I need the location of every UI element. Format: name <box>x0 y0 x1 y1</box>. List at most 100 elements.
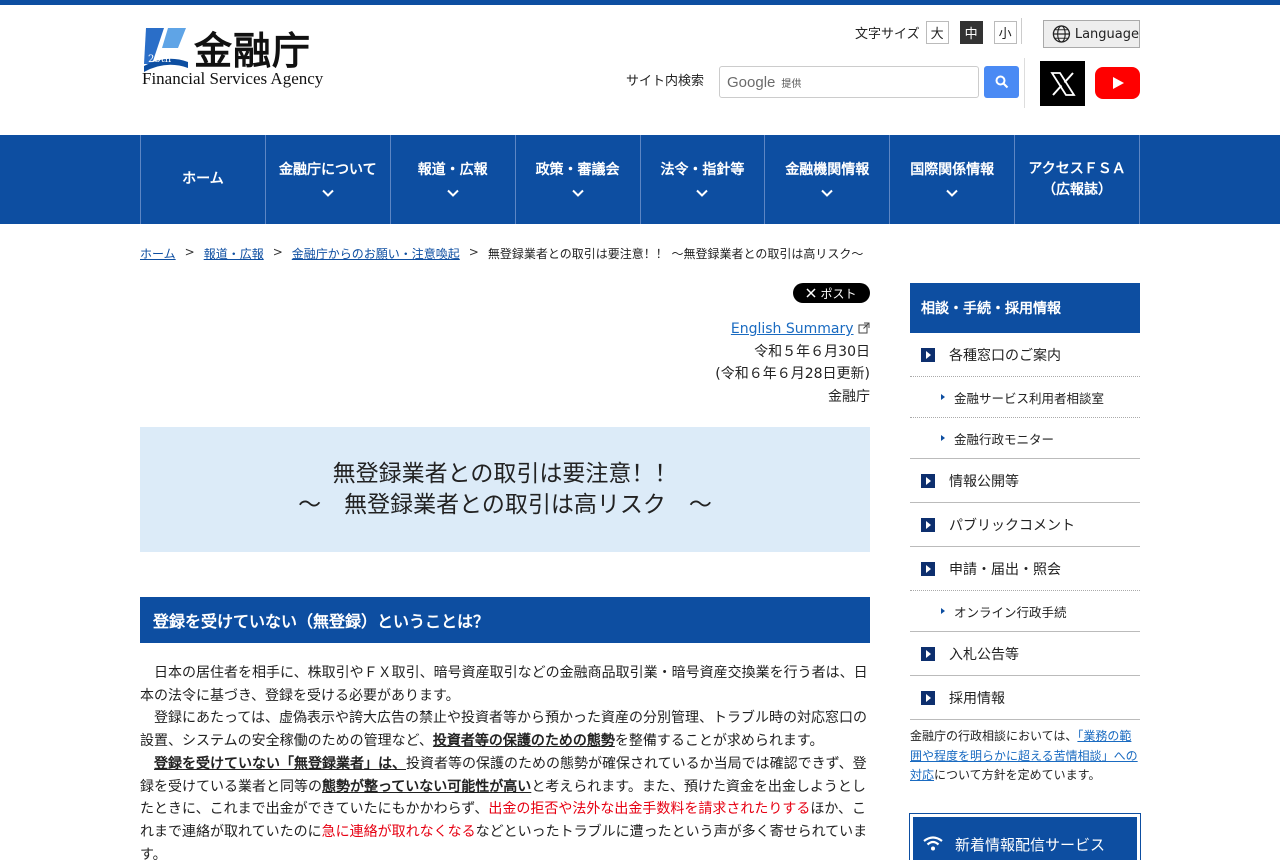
sidebar-item-label: 採用情報 <box>949 690 1005 707</box>
logo-subtitle: Financial Services Agency <box>142 69 324 88</box>
breadcrumb-current: 無登録業者との取引は要注意！！ ～無登録業者との取引は高リスク～ <box>487 247 864 261</box>
nav-label: アクセスＦＳＡ <box>1028 160 1126 177</box>
sidebar-item-monitor[interactable]: 金融行政モニター <box>910 418 1140 459</box>
nav-label: 国際関係情報 <box>910 162 995 178</box>
article-body: 日本の居住者を相手に、株取引やＦＸ取引、暗号資産取引などの金融商品取引業・暗号資… <box>140 662 870 860</box>
news-feed-service-button[interactable]: 新着情報配信サービス <box>909 813 1141 860</box>
language-label: Language <box>1074 26 1139 42</box>
font-size-small-button[interactable]: 小 <box>993 21 1017 44</box>
emphasis: 態勢が整っていない可能性が高い <box>322 778 532 795</box>
language-button[interactable]: Language <box>1043 20 1140 48</box>
x-logo-icon <box>1049 71 1076 96</box>
page-title-line1: 無登録業者との取引は要注意！！ <box>332 460 678 487</box>
arrow-square-icon <box>921 690 935 705</box>
logo-title: 金融庁 <box>194 28 312 73</box>
page-title-line2: ～ 無登録業者との取引は高リスク ～ <box>298 491 712 518</box>
arrow-square-icon <box>921 347 935 362</box>
sidebar-item-label: パブリックコメント <box>949 517 1075 534</box>
sidebar-item-recruitment[interactable]: 採用情報 <box>910 676 1140 720</box>
chevron-down-icon <box>821 189 834 197</box>
sidebar-item-label: 入札公告等 <box>949 646 1019 663</box>
fsa-logo[interactable]: 25th 金融庁 Financial Services Agency <box>142 24 342 94</box>
search-icon <box>995 75 1008 89</box>
globe-icon <box>1052 25 1071 43</box>
breadcrumb-separator: > <box>184 245 195 259</box>
breadcrumb-link-alerts[interactable]: 金融庁からのお願い・注意喚起 <box>292 245 460 262</box>
updated-date: (令和６年６月28日更新) <box>715 366 870 382</box>
search-input[interactable]: Google 提供 <box>719 66 979 98</box>
search-button[interactable] <box>984 66 1019 98</box>
sidebar-menu: 各種窓口のご案内 金融サービス利用者相談室 金融行政モニター 情報公開等 パブリ… <box>910 333 1140 720</box>
sidebar-item-consumer-office[interactable]: 金融サービス利用者相談室 <box>910 377 1140 418</box>
play-icon <box>1112 77 1124 89</box>
nav-label: 金融機関情報 <box>785 162 870 178</box>
sidebar-item-label: オンライン行政手続 <box>954 604 1067 620</box>
emphasis: 登録を受けていない「無登録業者」は、 <box>154 755 406 772</box>
font-size-medium-button[interactable]: 中 <box>959 21 983 44</box>
header-divider <box>1024 58 1025 108</box>
page-title: 無登録業者との取引は要注意！！ ～ 無登録業者との取引は高リスク ～ <box>140 427 870 552</box>
sidebar-item-contact[interactable]: 各種窓口のご案内 <box>910 333 1140 377</box>
breadcrumb-link-home[interactable]: ホーム <box>140 245 176 262</box>
triangle-icon <box>941 394 945 400</box>
chevron-down-icon <box>696 189 709 197</box>
nav-label: 政策・審議会 <box>535 162 620 178</box>
nav-label-sub: （広報誌） <box>1042 181 1113 198</box>
emphasis: 投資者等の保護のための態勢 <box>432 733 615 750</box>
news-feed-label: 新着情報配信サービス <box>955 835 1106 854</box>
article-meta: English Summary 令和５年６月30日 (令和６年６月28日更新) … <box>715 318 870 408</box>
chevron-down-icon <box>322 189 334 197</box>
sidebar-item-label: 情報公開等 <box>949 473 1019 490</box>
nav-label: 金融庁について <box>279 162 377 178</box>
breadcrumb-link-news[interactable]: 報道・広報 <box>204 245 264 262</box>
nav-item-institutions[interactable]: 金融機関情報 <box>765 135 891 224</box>
publish-date: 令和５年６月30日 <box>754 343 870 360</box>
arrow-square-icon <box>921 561 935 576</box>
nav-item-about[interactable]: 金融庁について <box>266 135 391 224</box>
chevron-down-icon <box>946 189 958 197</box>
sidebar-item-online-procedures[interactable]: オンライン行政手続 <box>910 591 1140 632</box>
google-provided-label: 提供 <box>781 78 802 90</box>
chevron-down-icon <box>446 189 459 197</box>
nav-item-laws[interactable]: 法令・指針等 <box>641 135 766 224</box>
sidebar-item-bids[interactable]: 入札公告等 <box>910 632 1140 676</box>
alert-text: 出金の拒否や法外な出金手数料を請求されたりする <box>488 801 811 818</box>
sidebar-note: 金融庁の行政相談においては、「業務の範囲や程度を明らかに超える苦情相談」への対応… <box>910 729 1138 782</box>
sidebar-item-public-comment[interactable]: パブリックコメント <box>910 503 1140 547</box>
nav-item-international[interactable]: 国際関係情報 <box>890 135 1016 224</box>
google-logo: Google <box>727 73 776 91</box>
youtube-button[interactable] <box>1095 67 1140 99</box>
paragraph: 登録を受けていない「無登録業者」は、投資者等の保護のための態勢が確保されているか… <box>140 755 868 860</box>
nav-label: 法令・指針等 <box>660 162 745 178</box>
sidebar-item-applications[interactable]: 申請・届出・照会 <box>910 547 1140 591</box>
sidebar-item-label: 各種窓口のご案内 <box>949 347 1061 364</box>
sidebar-item-label: 申請・届出・照会 <box>949 561 1061 578</box>
header-divider <box>1021 18 1022 44</box>
publisher: 金融庁 <box>828 388 870 405</box>
external-link-icon <box>858 322 870 334</box>
x-twitter-button[interactable] <box>1040 61 1085 106</box>
triangle-icon <box>941 435 945 441</box>
sidebar-item-label: 金融サービス利用者相談室 <box>954 390 1105 406</box>
nav-item-policy[interactable]: 政策・審議会 <box>516 135 641 224</box>
global-nav: ホーム 金融庁について 報道・広報 政策・審議会 法令・指針等 金融機関情報 国… <box>0 135 1280 224</box>
section-heading: 登録を受けていない（無登録）ということは？ <box>140 597 870 643</box>
site-search-label: サイト内検索 <box>626 74 705 89</box>
nav-label: 報道・広報 <box>417 162 488 178</box>
breadcrumb-separator: > <box>272 245 283 259</box>
paragraph: 登録にあたっては、虚偽表示や誇大広告の禁止や投資者等から預かった資産の分別管理、… <box>140 710 868 750</box>
english-summary-link[interactable]: English Summary <box>731 321 854 337</box>
x-post-button[interactable]: ポスト <box>793 283 870 303</box>
svg-text:25th: 25th <box>148 54 172 65</box>
nav-item-access-fsa[interactable]: アクセスＦＳＡ （広報誌） <box>1015 135 1140 224</box>
nav-item-home[interactable]: ホーム <box>141 135 266 224</box>
sidebar-item-disclosure[interactable]: 情報公開等 <box>910 459 1140 503</box>
font-size-large-button[interactable]: 大 <box>925 21 949 44</box>
font-size-label: 文字サイズ <box>855 27 920 42</box>
top-accent-bar <box>0 0 1280 5</box>
nav-label: ホーム <box>182 171 224 187</box>
arrow-square-icon <box>921 473 935 488</box>
nav-item-news[interactable]: 報道・広報 <box>391 135 516 224</box>
post-label: ポスト <box>820 286 857 301</box>
sidebar-heading: 相談・手続・採用情報 <box>910 283 1140 333</box>
